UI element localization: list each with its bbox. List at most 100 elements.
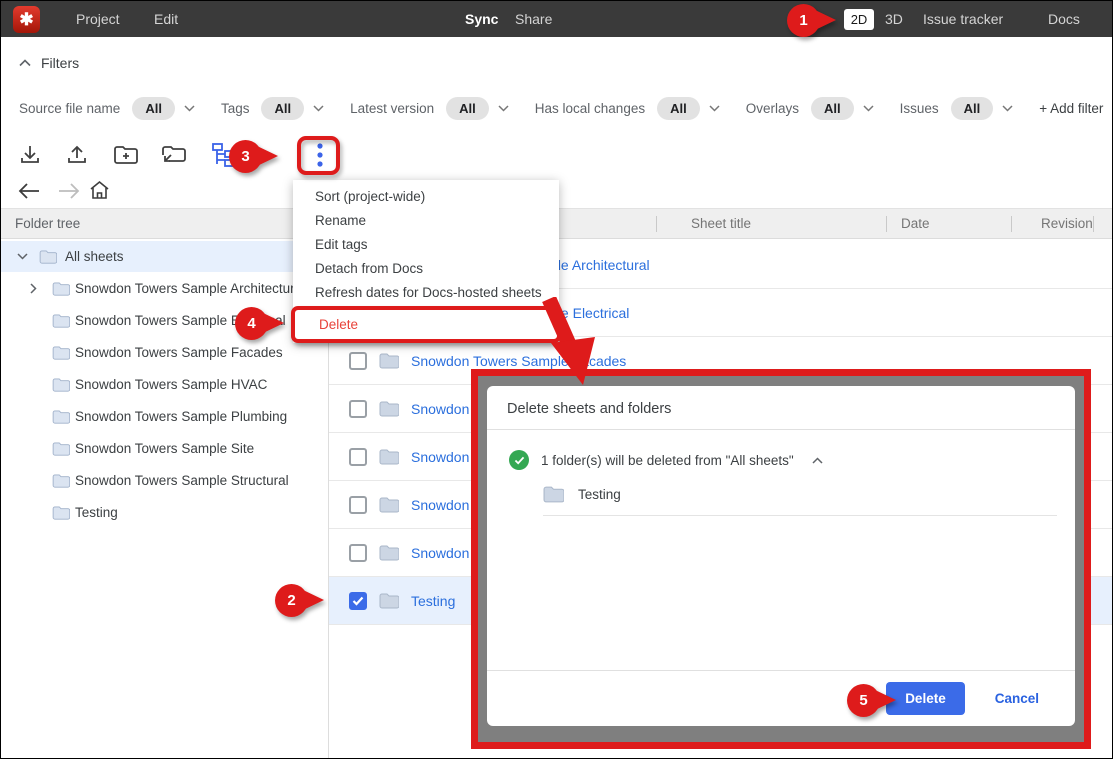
menu-item-edit-tags[interactable]: Edit tags [293, 233, 559, 257]
folder-icon [52, 346, 70, 360]
home-icon[interactable] [89, 180, 110, 201]
folder-icon [52, 442, 70, 456]
row-checkbox[interactable] [349, 496, 367, 514]
menu-sync[interactable]: Sync [465, 1, 498, 37]
toggle-3d[interactable]: 3D [885, 1, 903, 37]
tree-item-site[interactable]: Snowdon Towers Sample Site [1, 433, 328, 464]
chevron-down-icon[interactable] [1002, 105, 1013, 112]
dialog-folder-name: Testing [578, 487, 621, 502]
folder-icon [379, 353, 399, 369]
column-revision[interactable]: Revision [1041, 209, 1093, 239]
chevron-down-icon[interactable] [863, 105, 874, 112]
menu-project[interactable]: Project [76, 1, 120, 37]
tree-item-all-sheets[interactable]: All sheets [1, 241, 328, 272]
filters-header[interactable]: Filters [19, 55, 79, 71]
row-checkbox[interactable] [349, 448, 367, 466]
upload-icon[interactable] [64, 142, 90, 168]
filter-value-pill[interactable]: All [132, 97, 175, 120]
menu-item-sort[interactable]: Sort (project-wide) [293, 185, 559, 209]
folder-link[interactable]: Testing [411, 593, 455, 609]
filter-value-pill[interactable]: All [811, 97, 854, 120]
folder-icon [379, 401, 399, 417]
column-divider [1093, 216, 1094, 232]
tree-item-label[interactable]: Snowdon Towers Sample Plumbing [75, 409, 287, 424]
download-icon[interactable] [17, 142, 43, 168]
callout-5: 5 [847, 684, 899, 718]
toggle-2d[interactable]: 2D [844, 9, 874, 30]
folder-icon [379, 497, 399, 513]
dialog-status-text: 1 folder(s) will be deleted from "All sh… [541, 453, 794, 468]
menu-share[interactable]: Share [515, 1, 552, 37]
folder-icon [52, 282, 70, 296]
delete-modal-inset: Delete sheets and folders 1 folder(s) wi… [471, 369, 1091, 749]
chevron-down-icon[interactable] [17, 253, 28, 260]
move-to-folder-icon[interactable] [161, 142, 187, 168]
tree-item-label[interactable]: Snowdon Towers Sample Architectural [75, 281, 305, 296]
chevron-down-icon[interactable] [313, 105, 324, 112]
folder-icon [52, 378, 70, 392]
cancel-button[interactable]: Cancel [995, 691, 1039, 706]
folder-icon [379, 593, 399, 609]
filter-overlays[interactable]: Overlays All [746, 97, 874, 120]
menu-docs[interactable]: Docs [1048, 1, 1080, 37]
annotation-box-more-options [297, 136, 340, 175]
column-date[interactable]: Date [901, 209, 930, 239]
tree-item-label[interactable]: Testing [75, 505, 118, 520]
filters-label: Filters [41, 55, 79, 71]
filter-tags[interactable]: Tags All [221, 97, 324, 120]
filter-has-local-changes[interactable]: Has local changes All [535, 97, 720, 120]
column-divider [656, 216, 657, 232]
callout-2: 2 [275, 584, 327, 618]
menu-item-rename[interactable]: Rename [293, 209, 559, 233]
tree-item-label[interactable]: Snowdon Towers Sample Facades [75, 345, 283, 360]
tree-item-label[interactable]: All sheets [65, 249, 124, 264]
filter-value-pill[interactable]: All [951, 97, 994, 120]
chevron-down-icon[interactable] [184, 105, 195, 112]
chevron-down-icon[interactable] [498, 105, 509, 112]
tree-item-plumbing[interactable]: Snowdon Towers Sample Plumbing [1, 401, 328, 432]
row-checkbox-checked[interactable] [349, 592, 367, 610]
chevron-down-icon[interactable] [709, 105, 720, 112]
annotation-box-delete-item: Delete [291, 306, 561, 343]
tree-item-label[interactable]: Snowdon Towers Sample Structural [75, 473, 289, 488]
filter-source-file-name[interactable]: Source file name All [19, 97, 195, 120]
row-checkbox[interactable] [349, 400, 367, 418]
folder-icon [379, 545, 399, 561]
tree-item-structural[interactable]: Snowdon Towers Sample Structural [1, 465, 328, 496]
chevron-up-icon[interactable] [812, 457, 823, 464]
menu-issue-tracker[interactable]: Issue tracker [923, 1, 1003, 37]
callout-4: 4 [235, 307, 287, 341]
new-folder-icon[interactable] [113, 142, 139, 168]
callout-3: 3 [229, 140, 281, 174]
dialog-status-row: 1 folder(s) will be deleted from "All sh… [509, 450, 1075, 470]
menu-item-refresh-dates[interactable]: Refresh dates for Docs-hosted sheets [293, 281, 559, 305]
menu-item-delete[interactable]: Delete [295, 317, 358, 332]
add-filter-button[interactable]: + Add filter [1039, 101, 1103, 116]
forward-icon[interactable] [57, 182, 81, 200]
tree-item-label[interactable]: Snowdon Towers Sample HVAC [75, 377, 267, 392]
app-logo-icon[interactable]: ✱ [13, 6, 40, 33]
column-sheet-title[interactable]: Sheet title [691, 209, 751, 239]
back-icon[interactable] [17, 182, 41, 200]
filter-value-pill[interactable]: All [657, 97, 700, 120]
row-checkbox[interactable] [349, 544, 367, 562]
app-window: ✱ Project Edit Sync Share 2D 3D Issue tr… [0, 0, 1113, 759]
folder-icon [52, 314, 70, 328]
tree-item-facades[interactable]: Snowdon Towers Sample Facades [1, 337, 328, 368]
tree-item-testing[interactable]: Testing [1, 497, 328, 528]
row-checkbox[interactable] [349, 352, 367, 370]
tree-item-label[interactable]: Snowdon Towers Sample Site [75, 441, 254, 456]
tree-item-hvac[interactable]: Snowdon Towers Sample HVAC [1, 369, 328, 400]
menu-item-detach[interactable]: Detach from Docs [293, 257, 559, 281]
chevron-right-icon[interactable] [30, 283, 37, 294]
tree-item-architectural[interactable]: Snowdon Towers Sample Architectural [1, 273, 328, 304]
filter-issues[interactable]: Issues All [900, 97, 1014, 120]
delete-dialog: Delete sheets and folders 1 folder(s) wi… [487, 386, 1075, 726]
filter-latest-version[interactable]: Latest version All [350, 97, 509, 120]
top-bar: ✱ Project Edit Sync Share 2D 3D Issue tr… [1, 1, 1112, 37]
filter-value-pill[interactable]: All [261, 97, 304, 120]
menu-edit[interactable]: Edit [154, 1, 178, 37]
folder-icon [379, 449, 399, 465]
annotation-arrow-to-modal [539, 297, 601, 391]
filter-value-pill[interactable]: All [446, 97, 489, 120]
